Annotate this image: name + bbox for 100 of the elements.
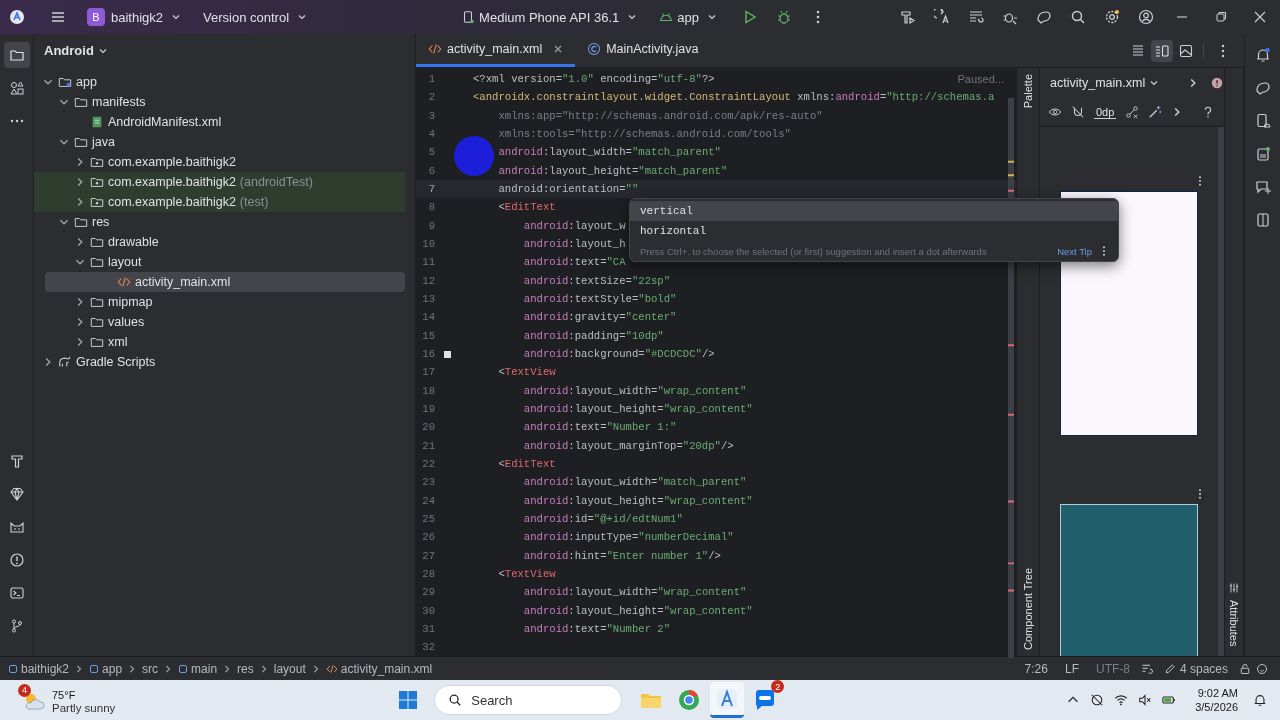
line-number: 11 [421,256,435,269]
run-configuration-selector[interactable]: app [653,5,723,29]
magnet-off-icon[interactable] [1071,105,1085,119]
split-view-icon[interactable] [1151,39,1173,62]
default-margin-control[interactable]: 0dp [1094,105,1117,119]
line-number: 4 [427,128,435,141]
editor-tab[interactable]: MainActivity.java [575,34,711,67]
tree-item[interactable]: com.example.baithigk2 [34,152,405,172]
code-line: android:layout_height="match_parent" [497,164,728,177]
browser-icon [677,688,702,712]
layout-file-selector[interactable]: activity_main.xml [1046,73,1164,93]
tree-item[interactable]: com.example.baithigk2 (androidTest) [34,172,405,192]
list-icon[interactable] [968,9,984,25]
folder-icon[interactable] [3,42,30,68]
tree-item[interactable]: xml [34,332,405,352]
component-tree-tab[interactable]: Component Tree [1022,568,1034,650]
settings-icon[interactable] [1104,9,1120,25]
breadcrumb-item[interactable]: main [178,661,218,676]
speaker-muted-icon[interactable] [1138,693,1153,707]
sliders-icon[interactable] [1228,581,1240,594]
module-icon [178,663,189,674]
next-tip-link[interactable]: Next Tip [1057,245,1092,257]
breadcrumb-item[interactable]: src [142,661,159,676]
taskbar-app[interactable]: 2 [748,682,783,718]
constraint-icon[interactable] [1125,105,1140,119]
breadcrumb-item[interactable]: app [89,661,123,676]
line-number: 14 [421,311,435,324]
notification-badge: 2 [771,680,785,693]
caret-position[interactable]: 7:26 [1024,661,1048,676]
error-icon[interactable] [1211,77,1224,89]
line-number: 19 [421,403,435,416]
code-brackets-icon [325,662,338,675]
suggestion-item[interactable]: vertical [630,201,1118,221]
search-icon[interactable] [1070,9,1086,25]
app-logo-icon[interactable] [9,9,25,25]
tree-item[interactable]: manifests [34,92,405,112]
project-selector[interactable]: baithigk2 [105,5,188,29]
close-icon[interactable] [1252,9,1268,25]
clock[interactable]: 9:02 AM 3/5/2026 [1195,685,1238,715]
palette-tab[interactable]: Palette [1022,74,1034,109]
code-line: android:layout_width="match_parent" [497,146,721,159]
code-brackets-icon [117,275,131,289]
module-icon [8,663,18,674]
line-number: 7 [427,183,435,196]
wifi-icon[interactable] [1114,693,1129,707]
battery-icon[interactable] [1162,693,1177,707]
suggestion-item[interactable]: horizontal [630,221,1118,241]
device-selector[interactable]: Medium Phone API 36.1 [455,5,644,29]
tab-label: MainActivity.java [606,42,699,56]
tree-item[interactable]: mipmap [34,292,405,312]
lock-icon[interactable] [1239,662,1251,675]
tree-item-label: res [92,215,110,229]
line-number: 1 [427,73,435,86]
indent-setting[interactable]: 4 spaces [1163,661,1228,676]
weather-widget[interactable]: 4 75°F Partly sunny [16,682,120,718]
tree-item[interactable]: java [34,132,405,152]
line-separator[interactable]: LF [1064,661,1079,676]
hammer-icon[interactable] [900,9,916,25]
code-line: android:background="#DCDCDC"/> [522,348,715,361]
line-number: 30 [421,604,435,617]
restore-icon[interactable] [1213,9,1229,25]
tree-item[interactable]: AndroidManifest.xml [34,112,405,132]
code-line: <?xml version="1.0" encoding="utf-8"?> [473,73,715,86]
line-number: 6 [427,164,435,177]
phone-icon [461,10,476,24]
menu-icon[interactable] [50,9,66,25]
magic-wand-icon[interactable] [1148,105,1163,119]
bug-icon[interactable] [776,9,792,25]
version-control-menu[interactable]: Version control [197,5,314,29]
tree-item[interactable]: com.example.baithigk2 (test) [34,192,405,212]
run-icon[interactable] [742,9,758,25]
tree-item[interactable]: app [34,72,405,92]
breadcrumb-item[interactable]: res [237,661,254,676]
folder-icon [90,295,104,309]
tree-item[interactable]: drawable [34,232,405,252]
breadcrumb-item[interactable]: baithigk2 [8,661,70,676]
project-view-selector[interactable]: Android [40,40,112,61]
eye-icon[interactable] [1048,105,1062,119]
blueprint-preview[interactable] [1060,504,1198,656]
tree-item-label: layout [108,255,142,269]
tree-item[interactable]: layout [34,252,405,272]
line-number: 5 [427,146,435,159]
no-connection-icon[interactable] [1090,693,1105,707]
format-icon[interactable] [1140,662,1153,675]
attributes-tab[interactable]: Attributes [1228,599,1240,646]
account-icon[interactable] [1138,9,1154,25]
tree-item[interactable]: values [34,312,405,332]
breadcrumb-item[interactable]: layout [273,661,306,676]
breadcrumb-item[interactable]: activity_main.xml [325,661,433,676]
close-icon[interactable] [553,44,564,54]
bell-icon[interactable] [1253,693,1267,707]
taskbar-search-field[interactable]: Search [434,685,623,715]
line-number: 13 [421,293,435,306]
tree-item[interactable]: Gradle Scripts [34,352,405,372]
taskbar-app[interactable] [710,682,745,718]
refresh-icon[interactable] [934,9,950,25]
smiley-icon[interactable] [1256,662,1268,675]
tree-item[interactable]: res [34,212,405,232]
tree-item[interactable]: activity_main.xml [45,272,405,292]
hint-text: Press Ctrl+. to choose the selected (or first) suggestion and insert a dot afterwards [640,245,987,257]
